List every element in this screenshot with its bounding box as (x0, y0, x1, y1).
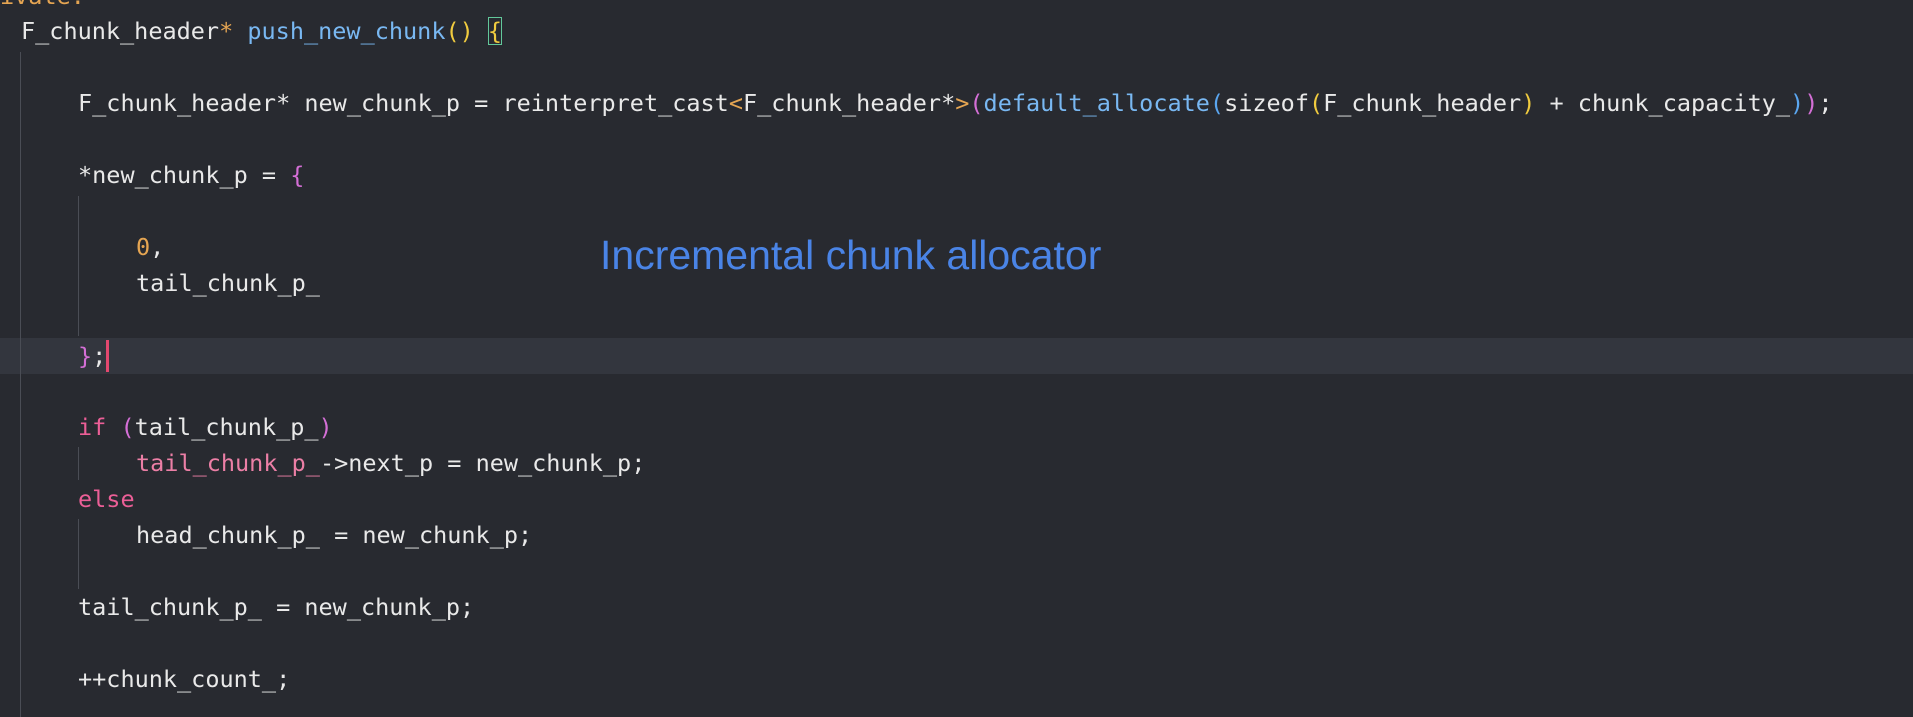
code-line-set-tail[interactable]: tail_chunk_p_ = new_chunk_p; (0, 589, 1913, 625)
type-name: F_chunk_header (78, 89, 277, 117)
number-literal: 0 (136, 233, 151, 261)
function-name: push_new_chunk (247, 17, 446, 45)
code-line-else[interactable]: else (0, 481, 1913, 517)
code-line-initializer-open[interactable]: *new_chunk_p = { (0, 157, 1913, 193)
code-line-link-next[interactable]: tail_chunk_p_->next_p = new_chunk_p; (0, 445, 1913, 481)
overlay-caption: Incremental chunk allocator (600, 232, 1102, 278)
keyword-if: if (78, 413, 107, 441)
code-line-increment-count[interactable]: ++chunk_count_; (0, 661, 1913, 697)
matched-brace: { (487, 17, 503, 45)
pointer-star: * (219, 17, 234, 45)
function-call: default_allocate (983, 89, 1210, 117)
code-editor[interactable]: ivate: F_chunk_header* push_new_chunk() … (0, 0, 1913, 717)
parameter-parens: () (445, 17, 474, 45)
keyword-else: else (78, 485, 135, 513)
code-line-function-signature[interactable]: F_chunk_header* push_new_chunk() { (0, 13, 1913, 49)
access-specifier-fragment: ivate: (0, 0, 85, 12)
code-line-set-head[interactable]: head_chunk_p_ = new_chunk_p; (0, 517, 1913, 553)
type-name: F_chunk_header (21, 17, 220, 45)
code-line-if[interactable]: if (tail_chunk_p_) (0, 409, 1913, 445)
code-line-initializer-close[interactable]: }; (0, 338, 1913, 374)
code-line-allocation[interactable]: F_chunk_header* new_chunk_p = reinterpre… (0, 85, 1913, 121)
text-cursor (106, 340, 109, 372)
